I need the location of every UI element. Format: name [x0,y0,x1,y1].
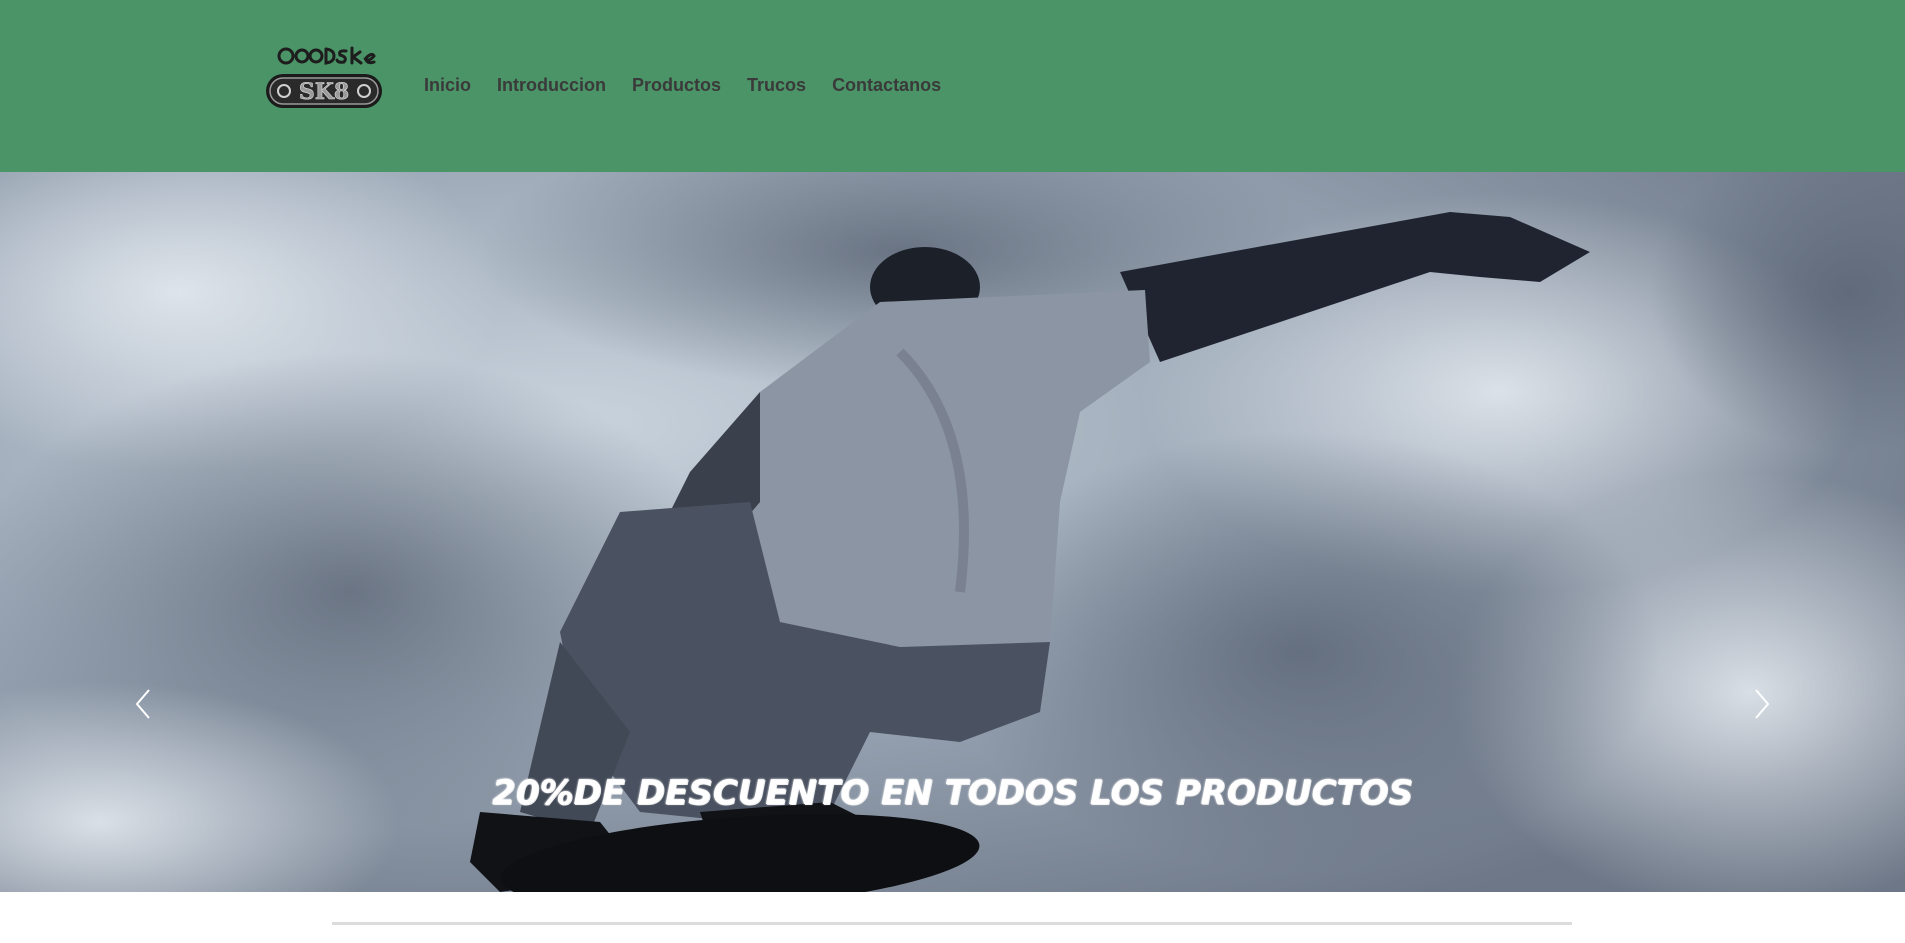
chevron-right-icon [1755,689,1770,719]
svg-text:SK8: SK8 [299,79,349,105]
navbar: SK8 Inicio Introduccion Productos Trucos… [0,0,1905,172]
nav-item-productos[interactable]: Productos [632,74,721,96]
carousel-prev-button[interactable] [131,687,157,721]
logo-skateboard-icon: SK8 [266,46,382,108]
carousel-next-button[interactable] [1748,687,1774,721]
chevron-left-icon [135,689,150,719]
main-nav: Inicio Introduccion Productos Trucos Con… [424,74,967,96]
site-logo[interactable]: SK8 [262,44,386,116]
carousel-caption: 20%DE DESCUENTO EN TODOS LOS PRODUCTOS [492,773,1413,813]
nav-item-trucos[interactable]: Trucos [747,74,806,96]
section-divider [332,922,1572,925]
nav-item-introduccion[interactable]: Introduccion [497,74,606,96]
nav-item-contactanos[interactable]: Contactanos [832,74,941,96]
nav-item-inicio[interactable]: Inicio [424,74,471,96]
